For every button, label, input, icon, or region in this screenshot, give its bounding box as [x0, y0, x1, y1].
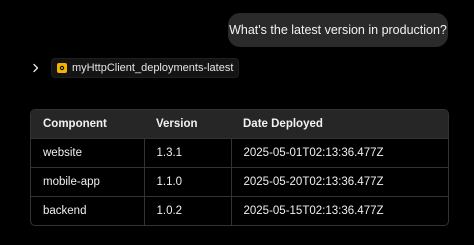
cell-component: mobile-app	[31, 166, 144, 196]
column-header-date-deployed: Date Deployed	[243, 117, 323, 130]
tool-call-name: myHttpClient_deployments-latest	[72, 62, 234, 74]
tool-call-chip[interactable]: myHttpClient_deployments-latest	[51, 58, 240, 78]
table-row: website 1.3.1 2025-05-01T02:13:36.477Z	[31, 137, 448, 167]
table-row: backend 1.0.2 2025-05-15T02:13:36.477Z	[31, 195, 448, 225]
tool-call-row[interactable]: myHttpClient_deployments-latest	[30, 58, 240, 78]
user-message-text: What's the latest version in production?	[229, 23, 447, 37]
cell-component: backend	[31, 195, 144, 225]
cell-component: website	[31, 137, 144, 167]
cell-version: 1.1.0	[143, 166, 231, 196]
tool-icon	[56, 62, 68, 74]
chevron-right-icon[interactable]	[30, 62, 42, 74]
cell-date-deployed: 2025-05-01T02:13:36.477Z	[230, 137, 448, 167]
column-header-component: Component	[43, 117, 107, 130]
table-row: mobile-app 1.1.0 2025-05-20T02:13:36.477…	[31, 166, 448, 196]
cell-version: 1.3.1	[143, 137, 231, 167]
cell-date-deployed: 2025-05-20T02:13:36.477Z	[230, 166, 448, 196]
table-header-row: Component Version Date Deployed	[31, 110, 448, 138]
cell-date-deployed: 2025-05-15T02:13:36.477Z	[230, 195, 448, 225]
user-message-bubble: What's the latest version in production?	[228, 13, 448, 47]
column-header-version: Version	[156, 117, 198, 130]
cell-version: 1.0.2	[143, 195, 231, 225]
deployments-table: Component Version Date Deployed website …	[30, 109, 449, 226]
